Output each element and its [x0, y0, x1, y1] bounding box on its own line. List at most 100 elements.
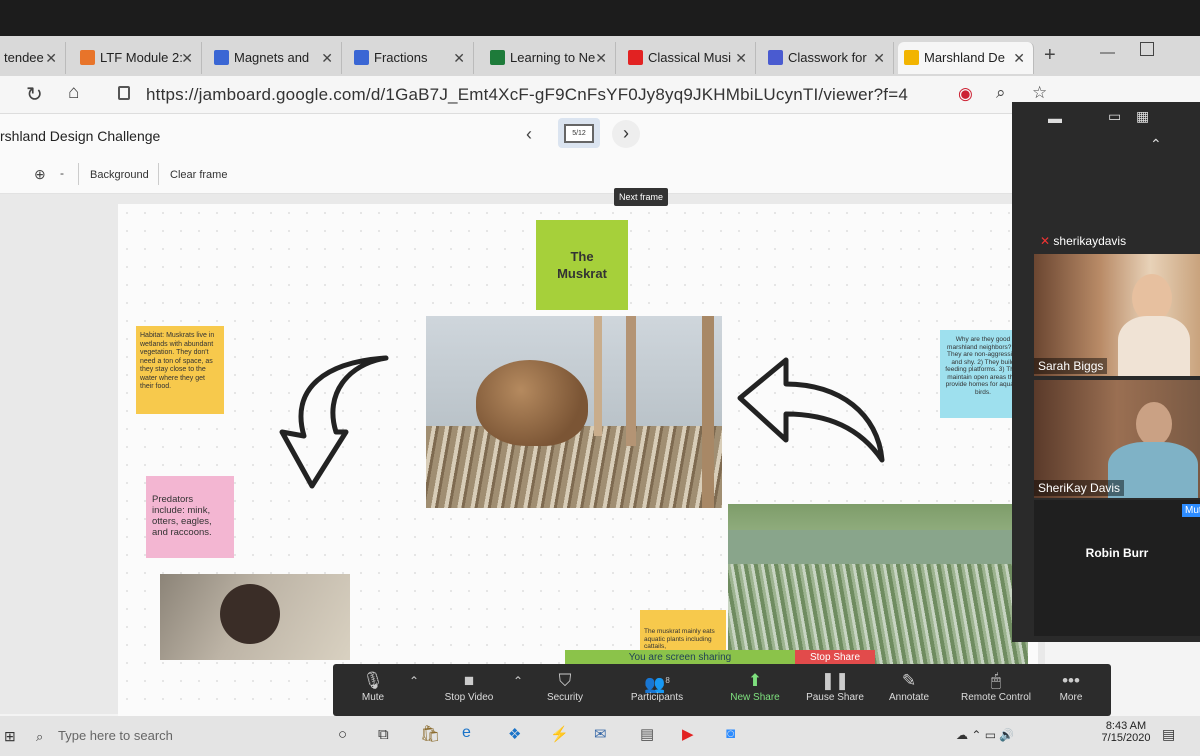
pause-share-label: Pause Share — [806, 692, 864, 703]
jamboard-toolbar: ⊕ - Background Clear frame — [0, 158, 1045, 194]
pause-share-button[interactable]: ❚❚ Pause Share — [795, 670, 875, 703]
sticky-note-predators[interactable]: Predators include: mink, otters, eagles,… — [146, 476, 234, 558]
sticky-note-title[interactable]: The Muskrat — [536, 220, 628, 310]
screen: tendee ✕ LTF Module 2: ✕ Magnets and ✕ Frac… — [0, 36, 1200, 756]
close-icon[interactable]: ✕ — [735, 42, 747, 74]
frame-bar-button[interactable]: 5/12 — [558, 118, 600, 148]
zoom-app-icon[interactable]: ◙ — [726, 725, 735, 742]
zoom-dropdown-icon[interactable]: - — [60, 166, 64, 180]
home-icon[interactable]: ⌂ — [68, 82, 79, 104]
chevron-up-icon[interactable]: ⌃ — [513, 674, 523, 688]
video-tile-robin-burr[interactable]: Mute Robin Burr — [1034, 500, 1200, 636]
edge-icon[interactable]: e — [462, 724, 471, 742]
close-icon[interactable]: ✕ — [181, 42, 193, 74]
tab-classical-music[interactable]: Classical Musi ✕ — [622, 42, 756, 74]
annotate-button[interactable]: ✎ Annotate — [869, 670, 949, 703]
active-user-label: ✕ sherikaydavis — [1040, 234, 1126, 248]
sticky-note-habitat-text: Habitat: Muskrats live in wetlands with … — [140, 332, 215, 390]
muskrat-photo[interactable] — [426, 316, 722, 508]
security-label: Security — [546, 692, 584, 703]
remote-control-button[interactable]: 🖱 Remote Control — [951, 670, 1041, 703]
participants-button[interactable]: 👥8 Participants — [617, 670, 697, 703]
close-icon[interactable]: ✕ — [45, 42, 57, 74]
next-frame-button[interactable]: › — [612, 120, 640, 148]
mink-shape — [220, 584, 280, 644]
minimize-icon[interactable]: — — [1100, 44, 1115, 61]
zoom-icon[interactable]: ⌕ — [996, 83, 1006, 103]
previous-frame-button[interactable]: ‹ — [526, 124, 532, 145]
tree-icon — [490, 50, 505, 65]
clear-frame-button[interactable]: Clear frame — [170, 169, 227, 181]
close-icon[interactable]: ✕ — [453, 42, 465, 74]
notification-icon[interactable]: ▤ — [1162, 726, 1175, 743]
windows-start-icon[interactable]: ⊞ — [4, 728, 16, 745]
jam-frame[interactable]: The Muskrat Habitat: Muskrats live in we… — [118, 204, 1038, 724]
participants-count: 8 — [665, 676, 670, 685]
background-button[interactable]: Background — [90, 169, 149, 181]
windows-taskbar: ⊞ ⌕ Type here to search ○ ⧉ 🛍 e ❖ ⚡ ✉ ▤ … — [0, 716, 1200, 756]
clock-time: 8:43 AM — [1105, 720, 1147, 732]
shield-icon: ⛉ — [558, 671, 572, 690]
video-tile-sarah-biggs[interactable]: Sarah Biggs — [1034, 254, 1200, 376]
favorite-star-icon[interactable]: ☆ — [1032, 83, 1047, 103]
new-share-button[interactable]: ⬆ New Share — [715, 670, 795, 703]
system-tray-icons[interactable]: ☁ ⌃ ▭ 🔊 — [956, 728, 1014, 742]
face-shape — [1132, 274, 1172, 322]
clock[interactable]: 8:43 AM 7/15/2020 — [1096, 720, 1156, 744]
video-camera-icon: ■ — [463, 671, 475, 690]
tab-fractions[interactable]: Fractions ✕ — [348, 42, 474, 74]
stop-video-button[interactable]: ■ Stop Video — [429, 670, 509, 703]
muted-mic-icon: ✕ — [1040, 234, 1054, 248]
close-icon[interactable]: ✕ — [321, 42, 333, 74]
tab-marshland[interactable]: Marshland De ✕ — [898, 42, 1034, 74]
chevron-up-icon[interactable]: ⌃ — [409, 674, 419, 688]
tab-attendee[interactable]: tendee ✕ — [0, 42, 66, 74]
camera-blocked-icon[interactable]: ◉ — [958, 84, 973, 104]
close-icon[interactable]: ✕ — [873, 42, 885, 74]
down-arrow-drawing — [279, 355, 389, 489]
pencil-icon: ✎ — [901, 671, 917, 690]
mink-photo[interactable] — [160, 574, 350, 660]
new-share-label: New Share — [730, 692, 780, 703]
maximize-icon[interactable] — [1140, 42, 1154, 56]
mute-button[interactable]: 🎙 Mute — [333, 670, 413, 703]
face-shape — [1136, 402, 1172, 446]
task-view-icon[interactable]: ⧉ — [378, 726, 389, 743]
app-icon[interactable]: ⚡ — [550, 725, 569, 743]
mute-label: Mute — [361, 692, 385, 703]
zoom-in-icon[interactable]: ⊕ — [34, 166, 46, 183]
lock-icon — [118, 86, 130, 100]
tab-label: Magnets and — [234, 50, 310, 65]
video-tile-sherikay-davis[interactable]: SheriKay Davis — [1034, 380, 1200, 498]
chevron-up-icon[interactable]: ⌃ — [1150, 136, 1162, 153]
reed-stalk — [702, 316, 714, 508]
dropbox-icon[interactable]: ❖ — [508, 725, 521, 743]
new-tab-button[interactable]: + — [1044, 44, 1056, 67]
annotate-label: Annotate — [888, 692, 930, 703]
taskbar-search-input[interactable]: Type here to search — [58, 728, 173, 743]
tab-magnets[interactable]: Magnets and ✕ — [208, 42, 342, 74]
refresh-icon[interactable]: ↻ — [26, 82, 43, 107]
security-button[interactable]: ⛉ Security — [525, 670, 605, 703]
tab-classwork[interactable]: Classwork for ✕ — [762, 42, 894, 74]
cortana-icon[interactable]: ○ — [338, 726, 347, 743]
active-user-name: sherikaydavis — [1053, 234, 1127, 248]
mouse-icon: 🖱 — [990, 671, 1002, 690]
gallery-view-icon[interactable]: ▦ — [1136, 108, 1149, 125]
tab-ltf-module[interactable]: LTF Module 2: ✕ — [74, 42, 202, 74]
explorer-icon[interactable]: ▤ — [640, 725, 654, 743]
youtube-icon[interactable]: ▶ — [682, 725, 694, 743]
close-icon[interactable]: ✕ — [595, 42, 607, 74]
url-field[interactable]: https://jamboard.google.com/d/1GaB7J_Emt… — [146, 85, 908, 105]
more-dots-icon: ••• — [1062, 671, 1080, 690]
store-icon[interactable]: 🛍 — [420, 724, 440, 744]
minimize-panel-icon[interactable]: ▬ — [1048, 110, 1062, 126]
more-button[interactable]: ••• More — [1039, 670, 1103, 703]
more-label: More — [1059, 692, 1083, 703]
tab-learning[interactable]: Learning to Ne ✕ — [484, 42, 616, 74]
close-icon[interactable]: ✕ — [1013, 42, 1025, 74]
board-title[interactable]: rshland Design Challenge — [0, 128, 160, 144]
sticky-note-habitat[interactable]: Habitat: Muskrats live in wetlands with … — [136, 326, 224, 414]
speaker-view-icon[interactable]: ▭ — [1108, 108, 1121, 125]
mail-icon[interactable]: ✉ — [594, 725, 607, 743]
